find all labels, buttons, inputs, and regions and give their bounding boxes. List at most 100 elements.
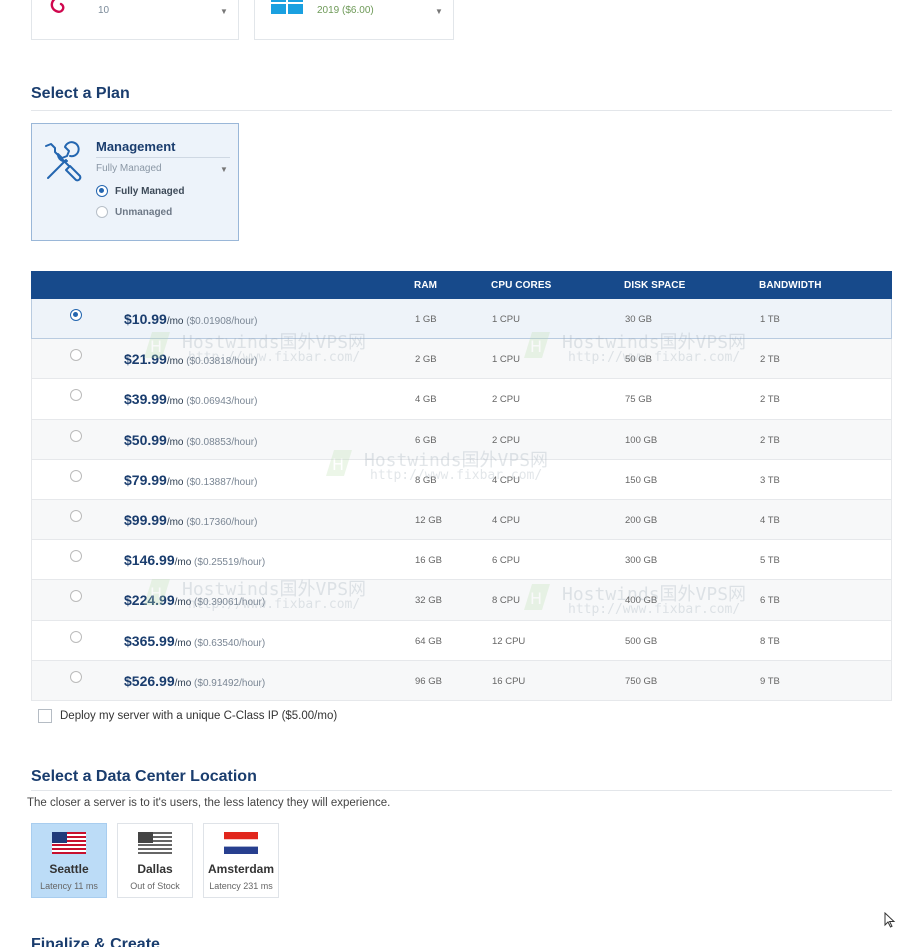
table-row[interactable]: $99.99/mo ($0.17360/hour) 12 GB 4 CPU 200 G… xyxy=(31,499,892,541)
chevron-down-icon[interactable]: ▼ xyxy=(435,7,443,16)
management-card[interactable]: Management Fully Managed ▼ Fully Managed… xyxy=(31,123,239,241)
plan-radio[interactable] xyxy=(70,670,82,683)
divider xyxy=(31,110,892,111)
cell-bandwidth: 9 TB xyxy=(760,675,780,687)
plan-price: $365.99/mo ($0.63540/hour) xyxy=(124,633,265,649)
price-amount: $10.99 xyxy=(124,311,167,327)
debian-swirl-icon xyxy=(50,0,65,13)
cell-cpu: 2 CPU xyxy=(492,434,520,446)
os-version-card[interactable]: 10 ▼ xyxy=(31,0,239,40)
price-amount: $50.99 xyxy=(124,431,167,448)
price-hourly: ($0.39061/hour) xyxy=(191,597,266,609)
table-row[interactable]: $365.99/mo ($0.63540/hour) 64 GB 12 CPU 500… xyxy=(31,620,892,661)
table-row[interactable]: $224.99/mo ($0.39061/hour) 32 GB 8 CPU 400 … xyxy=(31,580,892,621)
cell-bandwidth: 8 TB xyxy=(760,635,780,647)
cell-bandwidth: 2 TB xyxy=(760,434,780,446)
datacenter-section-title: Select a Data Center Location xyxy=(31,768,257,785)
location-latency: Latency 11 ms xyxy=(40,881,98,891)
price-hourly: ($0.06943/hour) xyxy=(183,396,258,408)
table-row[interactable]: $21.99/mo ($0.03818/hour) 2 GB 1 CPU 50 GB 2… xyxy=(31,339,892,380)
cclass-ip-label: Deploy my server with a unique C-Class I… xyxy=(60,710,338,722)
price-period: /mo xyxy=(174,557,192,569)
price-hourly: ($0.25519/hour) xyxy=(191,557,266,569)
divider xyxy=(31,790,892,791)
cell-disk: 50 GB xyxy=(625,354,652,366)
plan-price: $21.99/mo ($0.03818/hour) xyxy=(124,351,257,367)
cell-cpu: 8 CPU xyxy=(492,595,520,607)
windows-logo-icon xyxy=(271,0,303,14)
management-title: Management xyxy=(96,139,176,154)
location-seattle[interactable]: Seattle Latency 11 ms xyxy=(31,823,107,898)
plan-radio[interactable] xyxy=(70,509,82,522)
plan-radio[interactable] xyxy=(70,309,82,321)
price-amount: $79.99 xyxy=(124,471,167,488)
cell-bandwidth: 5 TB xyxy=(760,555,780,567)
option-unmanaged[interactable]: Unmanaged xyxy=(96,206,172,218)
table-row[interactable]: $79.99/mo ($0.13887/hour) 8 GB 4 CPU 150 GB… xyxy=(31,459,892,500)
datacenter-description: The closer a server is to it's users, th… xyxy=(27,797,391,809)
plan-radio[interactable] xyxy=(70,590,82,603)
location-dallas[interactable]: Dallas Out of Stock xyxy=(117,823,193,898)
price-hourly: ($0.17360/hour) xyxy=(183,516,258,528)
plan-price: $10.99/mo ($0.01908/hour) xyxy=(124,311,257,327)
plan-table: RAM CPU CORES DISK SPACE BANDWIDTH $10.9… xyxy=(31,271,892,701)
location-name: Amsterdam xyxy=(207,862,275,876)
cell-ram: 96 GB xyxy=(415,675,442,687)
price-period: /mo xyxy=(166,516,184,528)
plan-radio[interactable] xyxy=(70,469,82,482)
cell-ram: 64 GB xyxy=(415,635,442,647)
cell-disk: 300 GB xyxy=(625,555,658,567)
cell-cpu: 16 CPU xyxy=(492,675,526,687)
table-row[interactable]: $50.99/mo ($0.08853/hour) 6 GB 2 CPU 100 GB… xyxy=(31,419,892,460)
windows-version-card[interactable]: 2019 ($6.00) ▼ xyxy=(254,0,454,40)
cclass-ip-option[interactable]: Deploy my server with a unique C-Class I… xyxy=(38,709,337,723)
location-name: Seattle xyxy=(49,862,89,876)
price-amount: $99.99 xyxy=(124,511,167,528)
table-header: RAM CPU CORES DISK SPACE BANDWIDTH xyxy=(31,271,892,299)
cell-disk: 150 GB xyxy=(625,474,658,486)
cell-cpu: 4 CPU xyxy=(492,474,520,486)
location-status: Out of Stock xyxy=(130,881,180,891)
mouse-cursor-icon xyxy=(884,912,896,928)
price-hourly: ($0.08853/hour) xyxy=(183,436,258,448)
cell-ram: 1 GB xyxy=(415,314,437,325)
cell-disk: 750 GB xyxy=(625,675,658,687)
plan-radio[interactable] xyxy=(70,630,82,643)
price-hourly: ($0.13887/hour) xyxy=(183,476,258,488)
plan-section-title: Select a Plan xyxy=(31,85,130,102)
plan-price: $526.99/mo ($0.91492/hour) xyxy=(124,673,265,689)
option-label: Fully Managed xyxy=(115,185,185,197)
price-hourly: ($0.63540/hour) xyxy=(191,637,266,649)
cell-ram: 6 GB xyxy=(415,434,437,446)
chevron-down-icon[interactable]: ▼ xyxy=(220,7,228,16)
table-row[interactable]: $526.99/mo ($0.91492/hour) 96 GB 16 CPU 750… xyxy=(31,660,892,701)
price-period: /mo xyxy=(166,396,184,408)
cell-bandwidth: 4 TB xyxy=(760,514,780,526)
location-name: Dallas xyxy=(137,862,173,876)
cell-bandwidth: 6 TB xyxy=(760,595,780,607)
location-amsterdam[interactable]: Amsterdam Latency 231 ms xyxy=(203,823,279,898)
plan-radio[interactable] xyxy=(70,429,82,442)
plan-radio[interactable] xyxy=(70,550,82,563)
radio-button[interactable] xyxy=(96,206,108,218)
cell-bandwidth: 1 TB xyxy=(760,314,780,325)
tools-icon xyxy=(45,141,82,182)
cell-ram: 32 GB xyxy=(415,595,442,607)
cell-cpu: 4 CPU xyxy=(492,514,520,526)
cell-cpu: 2 CPU xyxy=(492,394,520,406)
plan-radio[interactable] xyxy=(70,389,82,402)
table-row[interactable]: $39.99/mo ($0.06943/hour) 4 GB 2 CPU 75 GB 2… xyxy=(31,379,892,420)
management-select[interactable]: Fully Managed xyxy=(96,163,162,174)
table-row[interactable]: $10.99/mo ($0.01908/hour) 1 GB 1 CPU 30 GB 1… xyxy=(31,299,892,340)
plan-radio[interactable] xyxy=(70,349,82,362)
table-row[interactable]: $146.99/mo ($0.25519/hour) 16 GB 6 CPU 300 … xyxy=(31,540,892,581)
cell-ram: 2 GB xyxy=(415,354,437,366)
price-amount: $224.99 xyxy=(124,592,175,609)
chevron-down-icon[interactable]: ▼ xyxy=(220,165,228,174)
cclass-ip-checkbox[interactable] xyxy=(38,709,52,723)
option-fully-managed[interactable]: Fully Managed xyxy=(96,185,184,197)
cell-disk: 30 GB xyxy=(625,314,652,325)
radio-button[interactable] xyxy=(96,185,108,197)
cell-bandwidth: 3 TB xyxy=(760,474,780,486)
cell-cpu: 12 CPU xyxy=(492,635,526,647)
